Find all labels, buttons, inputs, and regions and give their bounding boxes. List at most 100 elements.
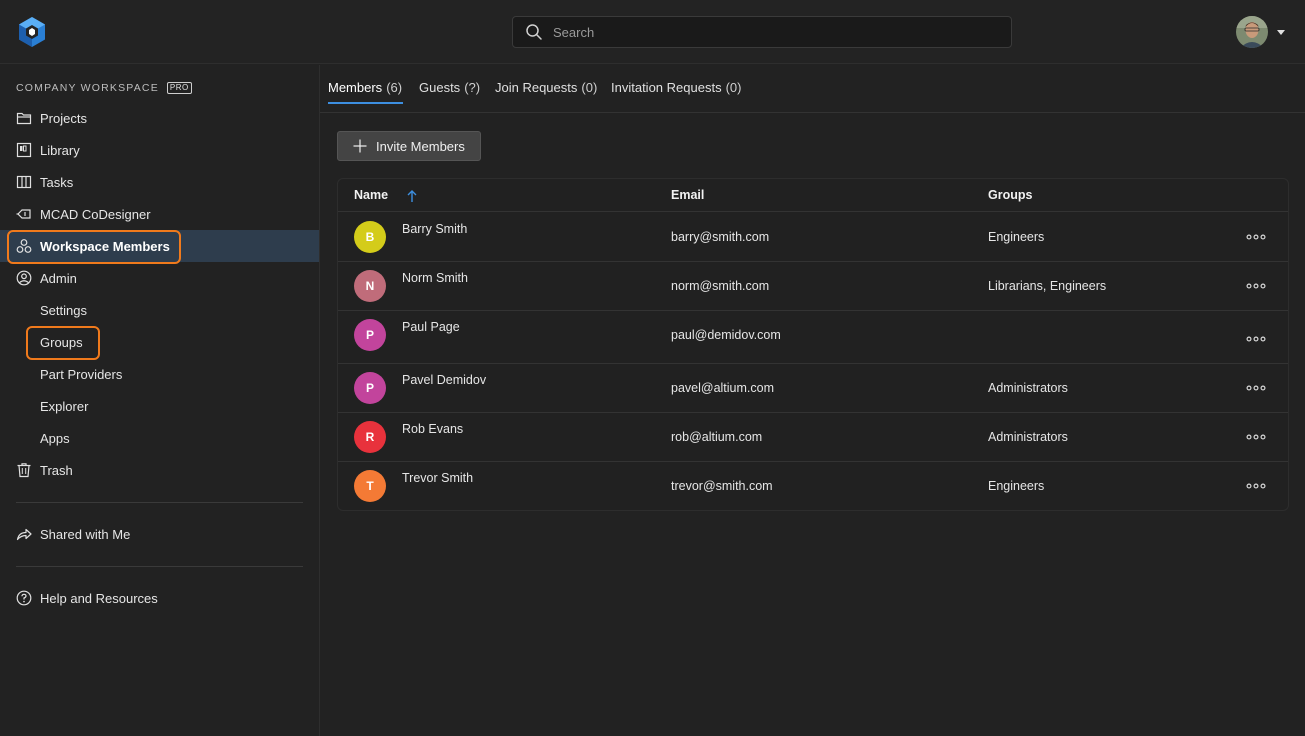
app-logo-icon[interactable] bbox=[15, 15, 49, 49]
column-header-groups[interactable]: Groups bbox=[988, 188, 1032, 202]
member-email: barry@smith.com bbox=[671, 230, 770, 244]
sidebar-item-label: Help and Resources bbox=[40, 590, 158, 606]
caret-down-icon[interactable] bbox=[1276, 28, 1286, 36]
tab-join-requests[interactable]: Join Requests (0) bbox=[495, 80, 597, 95]
member-avatar: N bbox=[354, 270, 386, 302]
sidebar-item-projects[interactable]: Projects bbox=[0, 102, 319, 134]
user-photo-icon bbox=[1236, 16, 1268, 48]
sidebar-item-help-and-resources[interactable]: Help and Resources bbox=[0, 582, 319, 614]
sidebar-item-label: Admin bbox=[40, 270, 77, 286]
sidebar-item-label: Library bbox=[40, 142, 80, 158]
workspace-name: COMPANY WORKSPACE bbox=[16, 82, 159, 94]
tab-label: Members bbox=[328, 80, 383, 95]
sidebar-item-explorer[interactable]: Explorer bbox=[0, 390, 319, 422]
member-groups: Administrators bbox=[988, 430, 1068, 444]
tab-count: (6) bbox=[386, 80, 403, 95]
table-row[interactable]: T Trevor Smith trevor@smith.com Engineer… bbox=[338, 462, 1288, 510]
tab-bar: Members (6) Guests (?) Join Requests (0) In… bbox=[320, 65, 1305, 113]
pro-badge: PRO bbox=[166, 82, 192, 94]
member-email: pavel@altium.com bbox=[671, 381, 775, 395]
sidebar: COMPANY WORKSPACE PRO Projects Library T… bbox=[0, 65, 320, 736]
sidebar-item-apps[interactable]: Apps bbox=[0, 422, 319, 454]
help-icon bbox=[16, 590, 32, 606]
plus-icon bbox=[353, 139, 367, 153]
column-header-email[interactable]: Email bbox=[671, 188, 704, 202]
sidebar-item-settings[interactable]: Settings bbox=[0, 294, 319, 326]
user-avatar[interactable] bbox=[1236, 16, 1268, 48]
more-options-icon[interactable] bbox=[1246, 336, 1266, 342]
member-groups: Librarians, Engineers bbox=[988, 279, 1107, 293]
member-avatar: R bbox=[354, 421, 386, 453]
active-tab-indicator bbox=[328, 102, 403, 104]
member-avatar: P bbox=[354, 319, 386, 351]
more-options-icon[interactable] bbox=[1246, 385, 1266, 391]
member-email: paul@demidov.com bbox=[671, 328, 781, 342]
sidebar-item-label: MCAD CoDesigner bbox=[40, 206, 151, 222]
main-content: Members (6) Guests (?) Join Requests (0) In… bbox=[320, 65, 1305, 736]
sidebar-item-trash[interactable]: Trash bbox=[0, 454, 319, 486]
avatar-initial: N bbox=[365, 279, 375, 293]
more-options-icon[interactable] bbox=[1246, 483, 1266, 489]
sidebar-item-label: Workspace Members bbox=[40, 238, 170, 254]
library-icon bbox=[16, 142, 32, 158]
invite-members-button[interactable]: Invite Members bbox=[337, 131, 481, 161]
member-name: Norm Smith bbox=[402, 271, 468, 285]
sidebar-item-label: Part Providers bbox=[40, 366, 123, 382]
avatar-initial: P bbox=[365, 328, 374, 342]
avatar-initial: R bbox=[365, 430, 375, 444]
member-name: Barry Smith bbox=[402, 222, 468, 236]
sidebar-item-mcad-codesigner[interactable]: MCAD CoDesigner bbox=[0, 198, 319, 230]
avatar-initial: P bbox=[365, 381, 374, 395]
sidebar-item-label: Projects bbox=[40, 110, 87, 126]
sidebar-item-label: Groups bbox=[40, 334, 83, 350]
avatar-initial: B bbox=[365, 230, 375, 244]
sidebar-item-admin[interactable]: Admin bbox=[0, 262, 319, 294]
avatar-initial: T bbox=[366, 479, 374, 493]
folder-icon bbox=[16, 112, 32, 125]
table-row[interactable]: R Rob Evans rob@altium.com Administrator… bbox=[338, 413, 1288, 462]
table-row[interactable]: P Paul Page paul@demidov.com bbox=[338, 311, 1288, 364]
tab-count: (0) bbox=[581, 80, 598, 95]
tab-invitation-requests[interactable]: Invitation Requests (0) bbox=[611, 80, 741, 95]
member-groups: Engineers bbox=[988, 479, 1045, 493]
sidebar-divider bbox=[16, 566, 303, 567]
sidebar-item-workspace-members[interactable]: Workspace Members bbox=[0, 230, 319, 262]
user-circle-icon bbox=[16, 270, 32, 286]
member-avatar: T bbox=[354, 470, 386, 502]
sidebar-item-label: Shared with Me bbox=[40, 526, 131, 542]
table-row[interactable]: P Pavel Demidov pavel@altium.com Adminis… bbox=[338, 364, 1288, 413]
workspace-label: COMPANY WORKSPACE PRO bbox=[16, 82, 192, 94]
tab-members[interactable]: Members (6) bbox=[328, 80, 402, 95]
search-input[interactable]: Search bbox=[512, 16, 1012, 48]
member-name: Paul Page bbox=[402, 320, 460, 334]
member-groups: Engineers bbox=[988, 230, 1045, 244]
sidebar-item-label: Apps bbox=[40, 430, 70, 446]
share-icon bbox=[16, 528, 32, 541]
table-row[interactable]: N Norm Smith norm@smith.com Librarians, … bbox=[338, 262, 1288, 311]
sidebar-item-label: Settings bbox=[40, 302, 87, 318]
sidebar-divider bbox=[16, 502, 303, 503]
sidebar-item-part-providers[interactable]: Part Providers bbox=[0, 358, 319, 390]
sidebar-item-tasks[interactable]: Tasks bbox=[0, 166, 319, 198]
member-email: trevor@smith.com bbox=[671, 479, 773, 493]
more-options-icon[interactable] bbox=[1246, 234, 1266, 240]
tab-guests[interactable]: Guests (?) bbox=[419, 80, 480, 95]
tab-label: Join Requests bbox=[495, 80, 578, 95]
table-row[interactable]: B Barry Smith barry@smith.com Engineers bbox=[338, 212, 1288, 262]
tab-count: (?) bbox=[464, 80, 481, 95]
sidebar-item-groups[interactable]: Groups bbox=[0, 326, 319, 358]
members-icon bbox=[16, 239, 32, 253]
member-name: Trevor Smith bbox=[402, 471, 474, 485]
more-options-icon[interactable] bbox=[1246, 434, 1266, 440]
member-avatar: P bbox=[354, 372, 386, 404]
more-options-icon[interactable] bbox=[1246, 283, 1266, 289]
sidebar-item-shared-with-me[interactable]: Shared with Me bbox=[0, 518, 319, 550]
tab-count: (0) bbox=[725, 80, 742, 95]
sidebar-item-library[interactable]: Library bbox=[0, 134, 319, 166]
column-header-name[interactable]: Name bbox=[354, 188, 388, 202]
tab-label: Invitation Requests bbox=[611, 80, 722, 95]
member-avatar: B bbox=[354, 221, 386, 253]
member-email: norm@smith.com bbox=[671, 279, 770, 293]
mcad-icon bbox=[16, 209, 31, 219]
sort-ascending-icon[interactable] bbox=[406, 189, 418, 203]
